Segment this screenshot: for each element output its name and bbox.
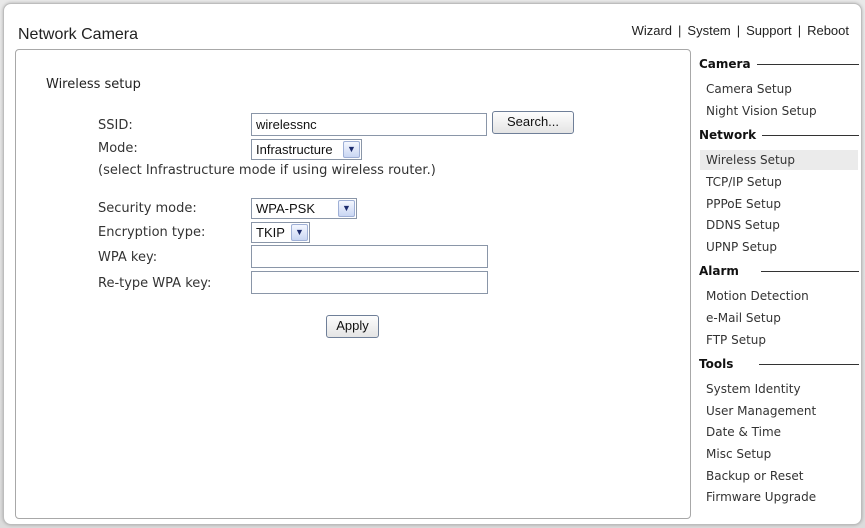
chevron-down-icon: ▼: [343, 141, 360, 158]
ssid-label: SSID:: [98, 118, 133, 133]
sidebar-category-network: Network: [699, 128, 859, 142]
sidebar-item-firmware-upgrade[interactable]: Firmware Upgrade: [700, 487, 858, 507]
sidebar-category-camera: Camera: [699, 57, 859, 71]
sidebar-item-user-management[interactable]: User Management: [700, 401, 858, 421]
sidebar-item-system-identity[interactable]: System Identity: [700, 379, 858, 399]
app-title: Network Camera: [18, 26, 139, 43]
mode-select[interactable]: Infrastructure ▼: [251, 139, 362, 160]
nav-separator: |: [678, 23, 682, 38]
ssid-input[interactable]: wirelessnc: [251, 113, 487, 136]
nav-separator: |: [797, 23, 802, 38]
sidebar-category-alarm: Alarm: [699, 264, 859, 278]
nav-separator: |: [736, 23, 741, 38]
nav-reboot-link[interactable]: Reboot: [807, 23, 849, 38]
sidebar-item-tcpip-setup[interactable]: TCP/IP Setup: [700, 172, 858, 192]
apply-button[interactable]: Apply: [326, 315, 379, 338]
sidebar-item-ftp-setup[interactable]: FTP Setup: [700, 330, 858, 350]
security-mode-value: WPA-PSK: [256, 201, 315, 216]
search-button[interactable]: Search...: [492, 111, 574, 134]
mode-label: Mode:: [98, 141, 138, 156]
wpa-key-input[interactable]: [251, 245, 488, 268]
app-window: Network Camera Wizard | System | Support | Reb…: [3, 3, 862, 525]
security-mode-select[interactable]: WPA-PSK ▼: [251, 198, 357, 219]
sidebar-item-night-vision-setup[interactable]: Night Vision Setup: [700, 101, 858, 121]
sidebar-category-tools: Tools: [699, 357, 859, 371]
security-mode-label: Security mode:: [98, 201, 197, 216]
sidebar-item-motion-detection[interactable]: Motion Detection: [700, 286, 858, 306]
sidebar-item-backup-reset[interactable]: Backup or Reset: [700, 466, 858, 486]
retype-wpa-key-label: Re-type WPA key:: [98, 276, 212, 291]
nav-wizard-link[interactable]: Wizard: [632, 23, 672, 38]
encryption-type-value: TKIP: [256, 225, 285, 240]
sidebar-item-upnp-setup[interactable]: UPNP Setup: [700, 237, 858, 257]
section-title: Wireless setup: [46, 77, 141, 92]
sidebar-item-ddns-setup[interactable]: DDNS Setup: [700, 215, 858, 235]
mode-select-value: Infrastructure: [256, 142, 333, 157]
sidebar-item-email-setup[interactable]: e-Mail Setup: [700, 308, 858, 328]
mode-note: (select Infrastructure mode if using wir…: [98, 163, 436, 178]
encryption-type-select[interactable]: TKIP ▼: [251, 222, 310, 243]
nav-system-link[interactable]: System: [687, 23, 730, 38]
encryption-type-label: Encryption type:: [98, 225, 206, 240]
sidebar-item-date-time[interactable]: Date & Time: [700, 422, 858, 442]
chevron-down-icon: ▼: [291, 224, 308, 241]
sidebar-item-camera-setup[interactable]: Camera Setup: [700, 79, 858, 99]
sidebar-item-wireless-setup[interactable]: Wireless Setup: [700, 150, 858, 170]
sidebar-item-misc-setup[interactable]: Misc Setup: [700, 444, 858, 464]
wpa-key-label: WPA key:: [98, 250, 158, 265]
chevron-down-icon: ▼: [338, 200, 355, 217]
top-navigation: Wizard | System | Support | Reboot: [632, 23, 849, 38]
retype-wpa-key-input[interactable]: [251, 271, 488, 294]
nav-support-link[interactable]: Support: [746, 23, 792, 38]
settings-panel: Wireless setup SSID: wirelessnc Search..…: [15, 49, 691, 519]
sidebar-item-pppoe-setup[interactable]: PPPoE Setup: [700, 194, 858, 214]
